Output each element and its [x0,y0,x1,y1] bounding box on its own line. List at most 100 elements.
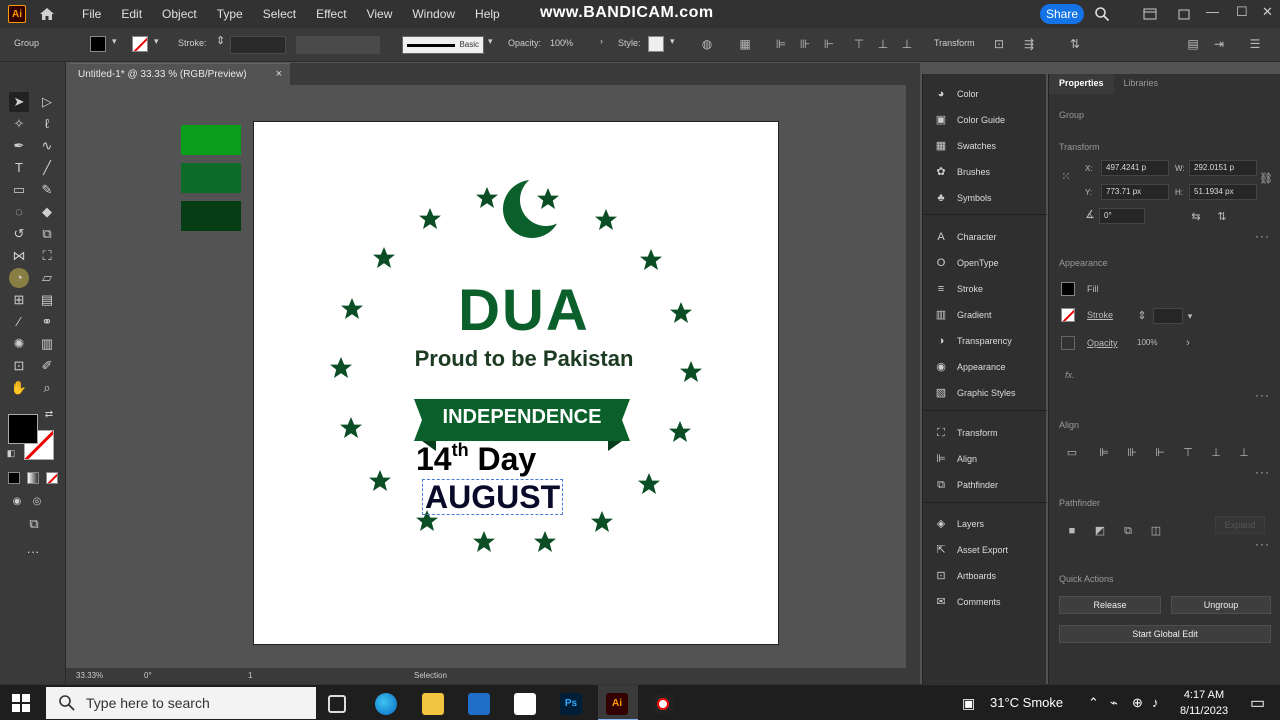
width-tool-icon[interactable]: ⋈ [9,246,29,266]
draw-mode-icon[interactable]: ◉ [7,492,27,512]
task-view-icon[interactable] [328,695,346,713]
menu-select[interactable]: Select [253,0,306,28]
opacity-value[interactable]: 100% [1137,338,1157,347]
menu-edit[interactable]: Edit [111,0,152,28]
align-hcenter-objects-icon[interactable]: ⊪ [1125,446,1139,460]
unite-icon[interactable]: ■ [1065,524,1079,538]
brush-dropdown-chevron[interactable]: ▾ [488,36,493,47]
arrange-icon[interactable]: ⇅ [1068,37,1082,51]
align-to-icon[interactable]: ▦ [738,37,752,51]
close-document-icon[interactable]: × [276,68,282,80]
style-dropdown-chevron[interactable]: ▾ [670,36,675,47]
panel-opentype[interactable]: O OpenType [933,253,999,273]
panel-swatches[interactable]: ▦ Swatches [933,136,996,156]
microsoft-store-icon[interactable] [468,693,490,715]
artboard[interactable]: DUA Proud to be Pakistan INDEPENDENCE 14… [253,121,779,645]
color-mode-icon[interactable] [8,472,20,484]
variable-width-profile[interactable] [296,36,380,54]
minimize-icon[interactable] [1176,6,1192,22]
bandicam-record-icon[interactable] [652,693,674,715]
expand-button[interactable]: Expand [1215,516,1265,534]
magic-wand-tool-icon[interactable]: ✧ [9,114,29,134]
pen-tool-icon[interactable]: ✒ [9,136,29,156]
slice-tool-icon[interactable]: ✐ [37,356,57,376]
canvas-vertical-scrollbar[interactable] [906,85,920,668]
panel-brushes[interactable]: ✿ Brushes [933,162,990,182]
pathfinder-more-icon[interactable]: ··· [1255,537,1270,551]
isolate-group-icon[interactable]: ⊡ [992,37,1006,51]
rotation-value[interactable]: 0° [144,671,152,680]
selection-tool-icon[interactable]: ➤ [9,92,29,112]
artboard-tool-icon[interactable]: ⊡ [9,356,29,376]
window-maximize-button[interactable]: ☐ [1236,4,1248,20]
arrange-documents-icon[interactable] [1142,6,1158,22]
share-button[interactable]: Share [1040,4,1084,24]
banner-text[interactable]: INDEPENDENCE [414,406,630,429]
select-similar-icon[interactable]: ⇶ [1022,37,1036,51]
release-button[interactable]: Release [1059,596,1161,614]
default-fill-stroke-icon[interactable]: ◧ [4,446,18,460]
current-tool-label[interactable]: Selection [414,671,447,680]
fill-color-box[interactable] [8,414,38,444]
zoom-tool-icon[interactable]: ⌕ [37,378,57,398]
stroke-dropdown-chevron[interactable]: ▾ [154,36,159,47]
direct-selection-tool-icon[interactable]: ▷ [37,92,57,112]
flip-vertical-icon[interactable]: ⇅ [1215,210,1229,224]
menu-file[interactable]: File [72,0,111,28]
art-month-selected[interactable]: AUGUST [422,479,564,515]
mail-icon[interactable] [514,693,536,715]
volume-icon[interactable]: ♪ [1152,695,1159,710]
paintbrush-tool-icon[interactable]: ✎ [37,180,57,200]
swap-fill-stroke-icon[interactable]: ⇄ [42,408,56,422]
stroke-weight-field[interactable] [230,36,286,54]
align-hcenter-icon[interactable]: ⊪ [798,37,812,51]
stroke-swatch-icon[interactable] [1061,308,1075,322]
align-right-objects-icon[interactable]: ⊩ [1153,446,1167,460]
menu-view[interactable]: View [357,0,403,28]
tab-libraries[interactable]: Libraries [1114,74,1169,94]
show-hidden-icons[interactable]: ⌃ [1088,695,1099,711]
menu-effect[interactable]: Effect [306,0,356,28]
lasso-tool-icon[interactable]: ℓ [37,114,57,134]
shape-builder-tool-icon[interactable]: ◔ [9,268,29,288]
height-field[interactable]: 51.1934 px [1189,184,1257,200]
transform-link[interactable]: Transform [934,38,975,48]
panel-symbols[interactable]: ♣ Symbols [933,188,991,208]
exclude-icon[interactable]: ◫ [1149,524,1163,538]
network-tray-icon[interactable]: ⌁ [1110,695,1118,711]
panel-artboards[interactable]: ⊡ Artboards [933,566,996,586]
line-tool-icon[interactable]: ╱ [37,158,57,178]
stroke-swatch[interactable] [132,36,148,52]
fill-swatch[interactable] [90,36,106,52]
file-explorer-icon[interactable] [422,693,444,715]
column-graph-tool-icon[interactable]: ▥ [37,334,57,354]
flip-horizontal-icon[interactable]: ⇆ [1189,210,1203,224]
opacity-arrow-icon[interactable]: › [1181,336,1195,350]
window-minimize-button[interactable]: — [1206,4,1219,19]
brush-definition[interactable]: Basic [402,36,484,54]
intersect-icon[interactable]: ⧉ [1121,524,1135,538]
more-options-icon[interactable]: ··· [1255,229,1270,243]
panel-layers[interactable]: ◈ Layers [933,514,984,534]
panel-menu-icon[interactable]: ▤ [1186,37,1200,51]
panel-color[interactable]: ◕ Color [933,84,979,104]
hand-tool-icon[interactable]: ✋ [9,378,29,398]
minus-front-icon[interactable]: ◩ [1093,524,1107,538]
screen-mode-icon[interactable]: ⧉ [24,514,44,534]
ungroup-button[interactable]: Ungroup [1171,596,1271,614]
menu-object[interactable]: Object [152,0,207,28]
rotation-field[interactable]: 0° [1099,208,1145,224]
free-transform-tool-icon[interactable]: ⛶ [37,246,57,266]
tab-properties[interactable]: Properties [1049,74,1114,94]
stroke-label[interactable]: Stroke [1087,310,1113,320]
blend-tool-icon[interactable]: ⚭ [37,312,57,332]
align-bottom-icon[interactable]: ⊥ [900,37,914,51]
opacity-value[interactable]: 100% [550,38,573,48]
align-more-icon[interactable]: ··· [1255,465,1270,479]
curvature-tool-icon[interactable]: ∿ [37,136,57,156]
symbol-sprayer-tool-icon[interactable]: ✺ [9,334,29,354]
panel-comments[interactable]: ✉ Comments [933,592,1000,612]
rotate-tool-icon[interactable]: ↺ [9,224,29,244]
align-top-objects-icon[interactable]: ⊤ [1181,446,1195,460]
graphic-style-swatch[interactable] [648,36,664,52]
